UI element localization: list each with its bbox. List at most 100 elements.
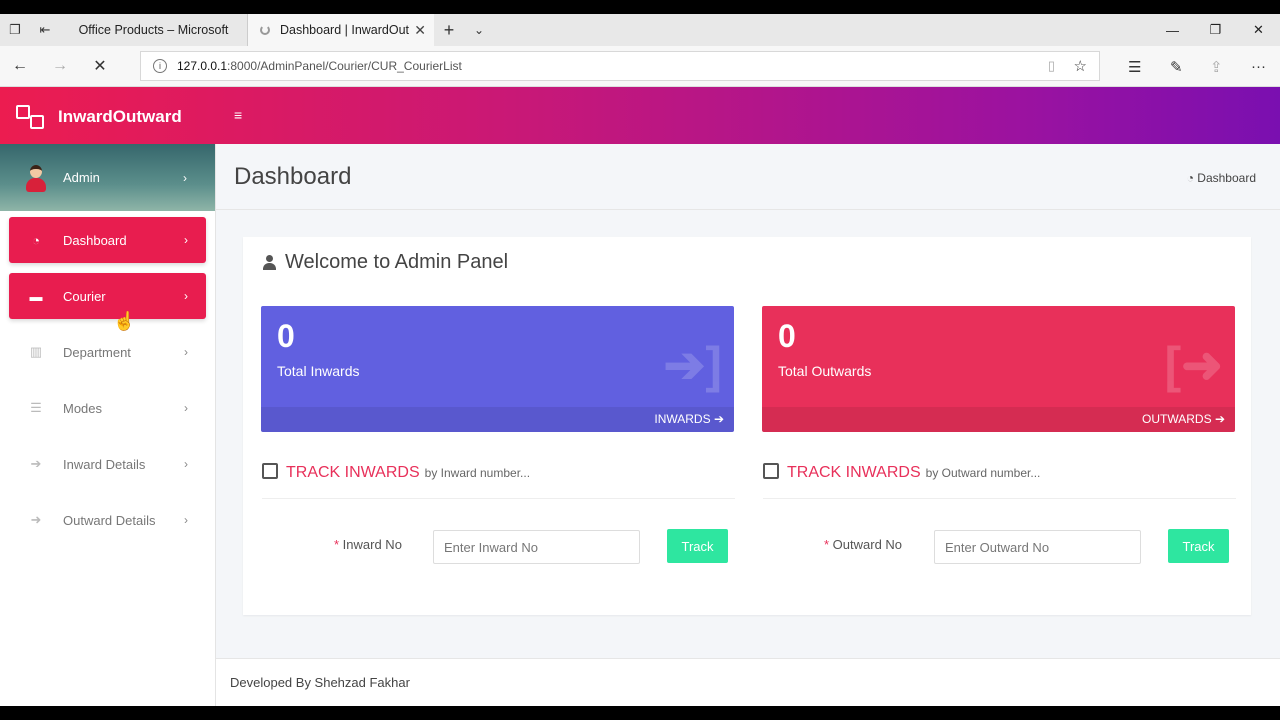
favorite-star-icon[interactable]: ☆ xyxy=(1074,57,1087,75)
loading-spinner-icon xyxy=(260,25,270,35)
inward-track-form: * Inward No Track xyxy=(261,529,734,564)
inwards-label: Total Inwards xyxy=(277,363,360,379)
outward-track-form: * Outward No Track xyxy=(762,529,1235,564)
track-title: TRACK INWARDS xyxy=(286,464,420,481)
outward-no-label: * Outward No xyxy=(824,537,903,552)
search-file-icon xyxy=(763,463,779,479)
sidebar-item-label: Department xyxy=(63,344,131,360)
url-host: 127.0.0.1 xyxy=(177,59,228,73)
restore-icon[interactable]: ❐ xyxy=(1194,14,1237,46)
chevron-right-icon: › xyxy=(184,457,188,471)
building-icon: ▥ xyxy=(29,344,43,359)
close-window-icon[interactable]: ✕ xyxy=(1237,14,1280,46)
favorites-icon[interactable]: ☰ xyxy=(1128,46,1141,87)
sidebar-item-label: Outward Details xyxy=(63,512,156,528)
outward-no-input[interactable] xyxy=(934,530,1141,564)
close-tab-icon[interactable]: ✕ xyxy=(414,22,426,39)
inwards-link-label: INWARDS xyxy=(654,412,711,426)
outwards-label: Total Outwards xyxy=(778,363,872,379)
sidebar-item-courier[interactable]: ▬ Courier › xyxy=(9,273,206,319)
tab-label: Office Products – Microsoft xyxy=(78,23,229,37)
arrow-right-icon: ➔ xyxy=(713,412,724,426)
truck-icon: ▬ xyxy=(29,288,43,304)
welcome-box: Welcome to Admin Panel 0 Total Inwards ➔… xyxy=(243,237,1251,615)
sidebar-item-dashboard[interactable]: ◔ Dashboard › xyxy=(9,217,206,263)
welcome-heading: Welcome to Admin Panel xyxy=(263,251,508,274)
footer: Developed By Shehzad Fakhar xyxy=(216,658,1280,706)
app-header: InwardOutward ≡ xyxy=(0,87,1280,144)
share-icon[interactable]: ⇪ xyxy=(1210,46,1223,87)
inwards-link[interactable]: INWARDS ➔ xyxy=(261,407,734,432)
outward-no-label-text: Outward No xyxy=(832,537,903,552)
browser-tab-bar: ❐ ⇤ Office Products – Microsoft Dashboar… xyxy=(0,14,1280,46)
inward-no-label-text: Inward No xyxy=(342,537,402,552)
forward-icon[interactable]: → xyxy=(40,57,80,75)
screen-top-border xyxy=(0,0,1280,14)
list-icon: ☰ xyxy=(30,400,42,415)
browser-tab-dashboard[interactable]: Dashboard | InwardOut ✕ xyxy=(248,14,434,46)
url-field[interactable]: i 127.0.0.1 :8000/AdminPanel/Courier/CUR… xyxy=(140,51,1100,81)
tab-label: Dashboard | InwardOut xyxy=(280,23,410,37)
avatar xyxy=(24,163,48,193)
sidebar-item-outward-details[interactable]: ➜ Outward Details › xyxy=(9,497,206,543)
inwards-count: 0 xyxy=(277,318,295,354)
url-path: :8000/AdminPanel/Courier/CUR_CourierList xyxy=(227,59,462,73)
user-name: Admin xyxy=(63,170,100,185)
track-inwards-heading: TRACK INWARDS by Inward number... xyxy=(262,461,735,499)
outwards-link-label: OUTWARDS xyxy=(1142,412,1212,426)
dashboard-crumb-icon: ◔ xyxy=(1186,171,1198,185)
inwards-card: 0 Total Inwards ➔] INWARDS ➔ xyxy=(261,306,734,432)
reading-view-icon[interactable]: ▯ xyxy=(1048,58,1055,74)
outwards-link[interactable]: OUTWARDS ➔ xyxy=(762,407,1235,432)
brand-logo[interactable]: InwardOutward xyxy=(16,105,182,129)
chevron-right-icon: › xyxy=(184,233,188,247)
track-outward-button[interactable]: Track xyxy=(1168,529,1229,563)
outwards-card: 0 Total Outwards [➜ OUTWARDS ➔ xyxy=(762,306,1235,432)
more-menu-icon[interactable]: ··· xyxy=(1251,46,1266,87)
browser-tab-office[interactable]: Office Products – Microsoft xyxy=(60,14,248,46)
track-inward-button[interactable]: Track xyxy=(667,529,728,563)
sidebar-item-label: Dashboard xyxy=(63,232,127,248)
tab-list-chevron-icon[interactable]: ⌄ xyxy=(464,23,494,37)
sidebar-item-department[interactable]: ▥ Department › xyxy=(9,329,206,375)
pen-icon[interactable]: ✎ xyxy=(1170,46,1183,87)
sidebar-menu: ◔ Dashboard › ▬ Courier › ▥ Department ›… xyxy=(0,211,215,543)
site-info-icon[interactable]: i xyxy=(153,59,167,73)
welcome-text: Welcome to Admin Panel xyxy=(285,251,509,273)
track-subtitle: by Inward number... xyxy=(424,466,531,480)
screen-bottom-border xyxy=(0,706,1280,720)
track-title: TRACK INWARDS xyxy=(787,464,921,481)
new-tab-icon[interactable]: + xyxy=(434,20,464,41)
menu-toggle-icon[interactable]: ≡ xyxy=(234,107,244,123)
divider xyxy=(216,209,1280,210)
back-icon[interactable]: ← xyxy=(0,57,40,75)
sign-out-icon: ➜ xyxy=(30,512,42,527)
inward-no-input[interactable] xyxy=(433,530,640,564)
page-title: Dashboard xyxy=(234,163,352,190)
stop-loading-icon[interactable]: ✕ xyxy=(80,56,120,76)
brand-icon xyxy=(16,105,46,129)
set-aside-tabs-icon[interactable]: ⇤ xyxy=(30,14,60,46)
sign-in-icon: ➔] xyxy=(663,337,722,393)
sign-out-icon: [➜ xyxy=(1164,337,1223,393)
inward-no-label: * Inward No xyxy=(334,537,402,552)
user-icon xyxy=(263,255,276,270)
sidebar-item-modes[interactable]: ☰ Modes › xyxy=(9,385,206,431)
user-panel[interactable]: Admin › xyxy=(0,144,215,211)
outwards-count: 0 xyxy=(778,318,796,354)
chevron-right-icon: › xyxy=(184,401,188,415)
chevron-right-icon: › xyxy=(184,513,188,527)
search-file-icon xyxy=(262,463,278,479)
arrow-right-icon: ➔ xyxy=(1214,412,1225,426)
chevron-right-icon: › xyxy=(183,170,187,185)
tachometer-icon: ◔ xyxy=(32,232,40,248)
chevron-right-icon: › xyxy=(184,289,188,303)
sidebar-item-label: Modes xyxy=(63,400,103,416)
breadcrumb-label: Dashboard xyxy=(1197,171,1256,185)
track-outwards-heading: TRACK INWARDS by Outward number... xyxy=(763,461,1236,499)
minimize-icon[interactable]: — xyxy=(1151,14,1194,46)
sidebar-item-inward-details[interactable]: ➔ Inward Details › xyxy=(9,441,206,487)
breadcrumb[interactable]: ◔ Dashboard xyxy=(1187,171,1256,185)
tab-manager-icon[interactable]: ❐ xyxy=(0,14,30,46)
window-controls: — ❐ ✕ xyxy=(1151,14,1280,46)
